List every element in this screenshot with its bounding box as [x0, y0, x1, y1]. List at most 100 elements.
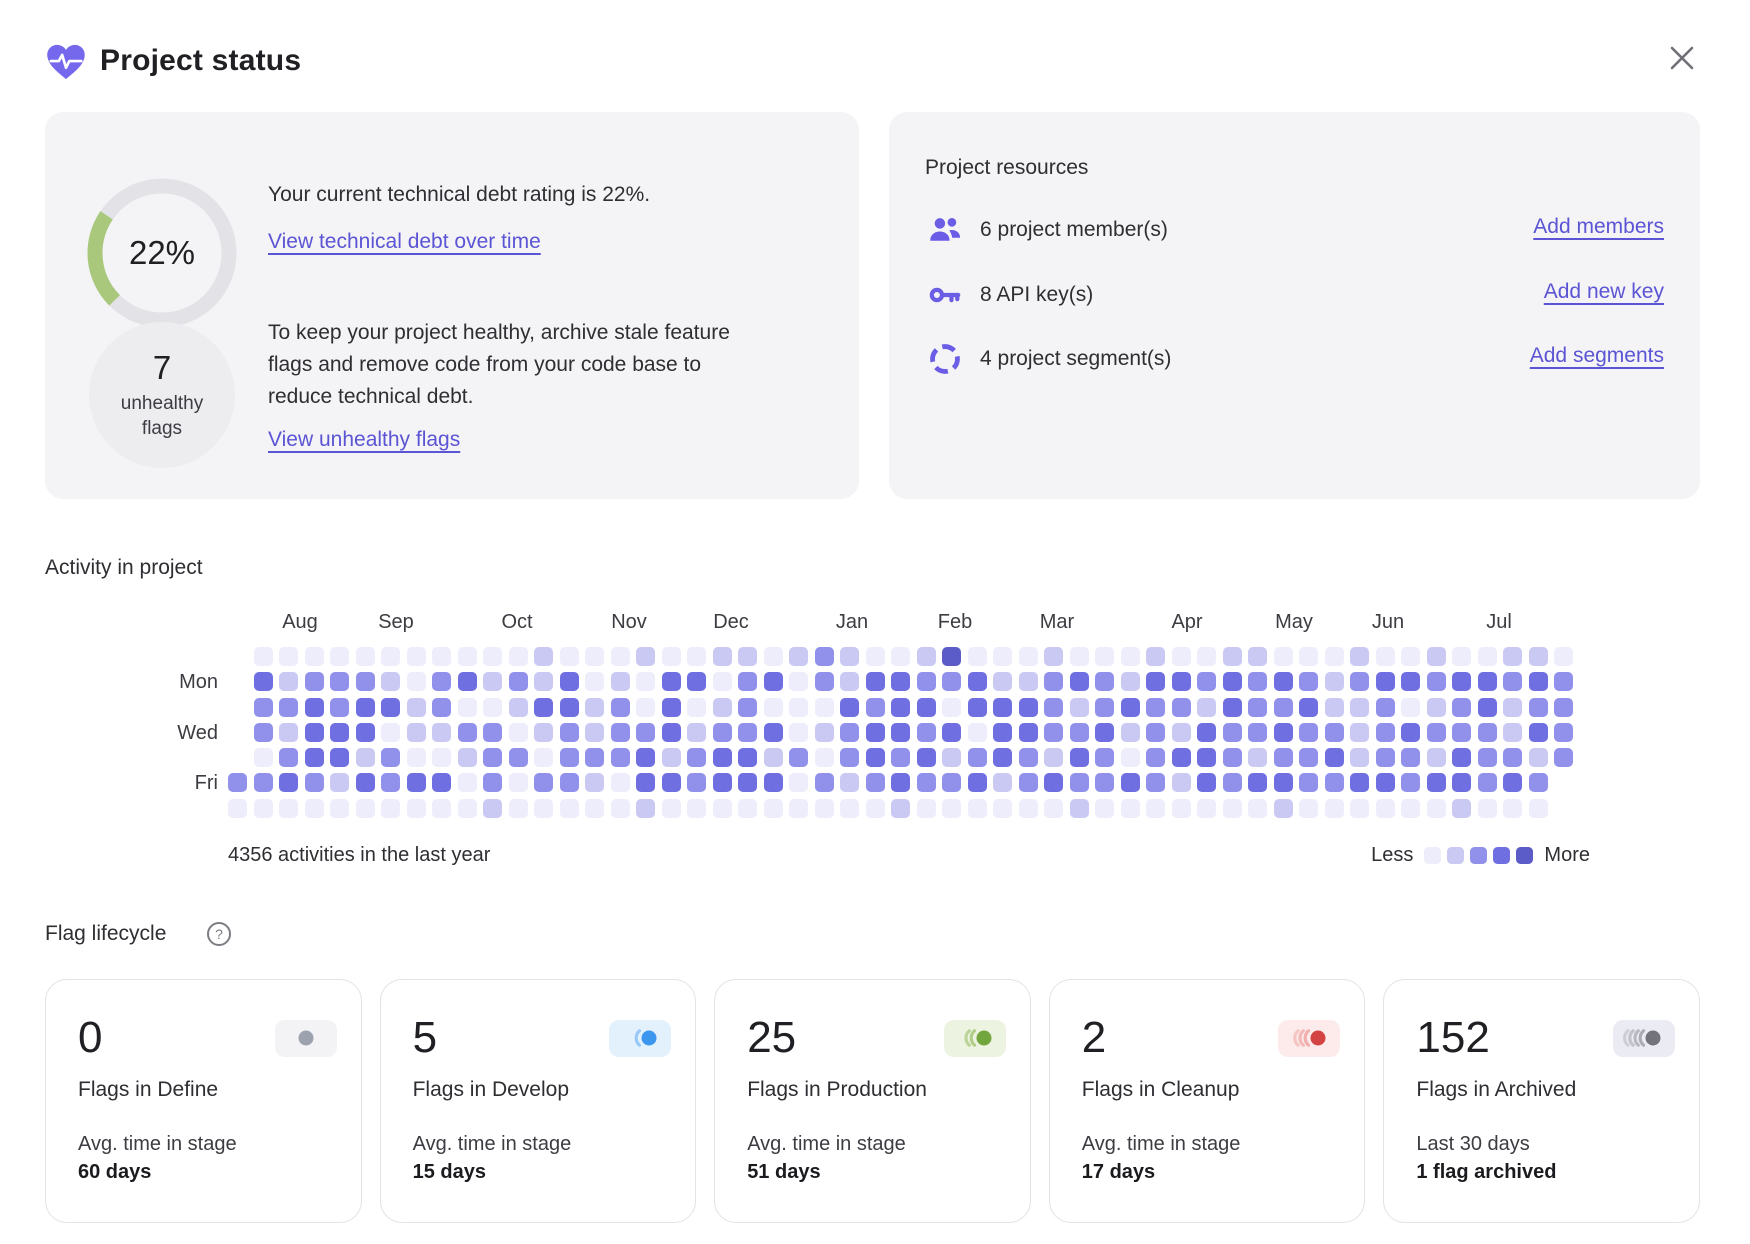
- add-new-key-link[interactable]: Add new key: [1544, 280, 1664, 304]
- activity-cell: [279, 723, 298, 742]
- activity-cell: [1401, 647, 1420, 666]
- activity-cell: [1274, 647, 1293, 666]
- activity-cell: [407, 698, 426, 717]
- activity-cell: [1376, 748, 1395, 767]
- activity-cell: [738, 647, 757, 666]
- stage-cleanup-icon: [1278, 1020, 1340, 1057]
- activity-cell: [942, 698, 961, 717]
- activity-cell: [611, 748, 630, 767]
- activity-cell: [1478, 672, 1497, 691]
- activity-cell: [789, 799, 808, 818]
- activity-cell: [1070, 773, 1089, 792]
- activity-cell: [330, 748, 349, 767]
- activity-cell: [891, 647, 910, 666]
- activity-cell: [1274, 748, 1293, 767]
- activity-cell: [1146, 698, 1165, 717]
- add-members-link[interactable]: Add members: [1533, 215, 1664, 239]
- unhealthy-flags-word2: flags: [142, 416, 182, 441]
- activity-cell: [1019, 672, 1038, 691]
- activity-cell: [1452, 698, 1471, 717]
- activity-cell: [330, 672, 349, 691]
- view-technical-debt-link[interactable]: View technical debt over time: [268, 230, 541, 254]
- activity-cell: [330, 698, 349, 717]
- close-button[interactable]: [1664, 40, 1700, 76]
- activity-cell: [305, 723, 324, 742]
- unhealthy-flags-word1: unhealthy: [121, 391, 203, 416]
- month-label: Jul: [1486, 611, 1512, 634]
- key-icon: [927, 277, 963, 313]
- activity-cell: [458, 647, 477, 666]
- debt-advice-line: To keep your project healthy, archive st…: [268, 317, 730, 349]
- activity-cell: [1019, 647, 1038, 666]
- activity-cell: [1248, 672, 1267, 691]
- activity-cell: [1376, 773, 1395, 792]
- legend-swatch: [1516, 847, 1533, 864]
- activity-cell: [1325, 698, 1344, 717]
- activity-cell: [509, 773, 528, 792]
- activity-cell: [687, 773, 706, 792]
- activity-cell: [1172, 672, 1191, 691]
- activity-cell: [1401, 799, 1420, 818]
- stage-label: Flags in Archived: [1416, 1078, 1675, 1102]
- activity-cell: [458, 773, 477, 792]
- activity-cell: [279, 748, 298, 767]
- activity-cell: [1197, 698, 1216, 717]
- activity-cell: [534, 773, 553, 792]
- activity-cell: [1376, 799, 1395, 818]
- legend-less-label: Less: [1371, 844, 1413, 867]
- activity-cell: [687, 647, 706, 666]
- stage-label: Flags in Production: [747, 1078, 1006, 1102]
- activity-cell: [279, 647, 298, 666]
- activity-cell: [432, 647, 451, 666]
- activity-cell: [1146, 647, 1165, 666]
- activity-cell: [840, 723, 859, 742]
- activity-cell: [483, 723, 502, 742]
- resources-title: Project resources: [925, 156, 1088, 180]
- activity-cell: [254, 748, 273, 767]
- activity-cell: [764, 698, 783, 717]
- activity-cell: [738, 698, 757, 717]
- day-label: Wed: [118, 722, 218, 744]
- svg-text:?: ?: [215, 926, 223, 942]
- activity-cell: [1274, 799, 1293, 818]
- activity-cell: [1019, 748, 1038, 767]
- help-icon[interactable]: ?: [206, 921, 232, 947]
- debt-advice-text: To keep your project healthy, archive st…: [268, 317, 730, 413]
- activity-cell: [840, 672, 859, 691]
- activity-cell: [1095, 723, 1114, 742]
- activity-cell: [866, 672, 885, 691]
- activity-cell: [1325, 672, 1344, 691]
- activity-cell: [662, 799, 681, 818]
- activity-cell: [891, 748, 910, 767]
- activity-cell: [1529, 672, 1548, 691]
- activity-cell: [1350, 773, 1369, 792]
- add-segments-link[interactable]: Add segments: [1530, 344, 1664, 368]
- activity-cell: [764, 723, 783, 742]
- stage-sub-value: 60 days: [78, 1161, 337, 1184]
- activity-cell: [738, 799, 757, 818]
- activity-cell: [407, 647, 426, 666]
- activity-cell: [1529, 723, 1548, 742]
- activity-cell: [1019, 773, 1038, 792]
- stage-label: Flags in Cleanup: [1082, 1078, 1341, 1102]
- activity-cell: [866, 799, 885, 818]
- activity-cell: [1452, 723, 1471, 742]
- activity-cell: [356, 748, 375, 767]
- activity-cell: [1376, 672, 1395, 691]
- activity-cell: [891, 698, 910, 717]
- view-unhealthy-flags-link[interactable]: View unhealthy flags: [268, 428, 460, 452]
- activity-cell: [891, 773, 910, 792]
- resource-row: 4 project segment(s): [927, 340, 1171, 378]
- activity-cell: [509, 698, 528, 717]
- activity-cell: [1197, 799, 1216, 818]
- activity-cell: [1121, 698, 1140, 717]
- month-label: Jan: [836, 611, 868, 634]
- activity-cell: [381, 773, 400, 792]
- lifecycle-card-production: 25Flags in ProductionAvg. time in stage5…: [714, 979, 1031, 1223]
- activity-cell: [483, 698, 502, 717]
- activity-cell: [687, 799, 706, 818]
- stage-develop-icon: [609, 1020, 671, 1057]
- activity-cell: [866, 723, 885, 742]
- activity-cell: [993, 672, 1012, 691]
- activity-cell: [764, 748, 783, 767]
